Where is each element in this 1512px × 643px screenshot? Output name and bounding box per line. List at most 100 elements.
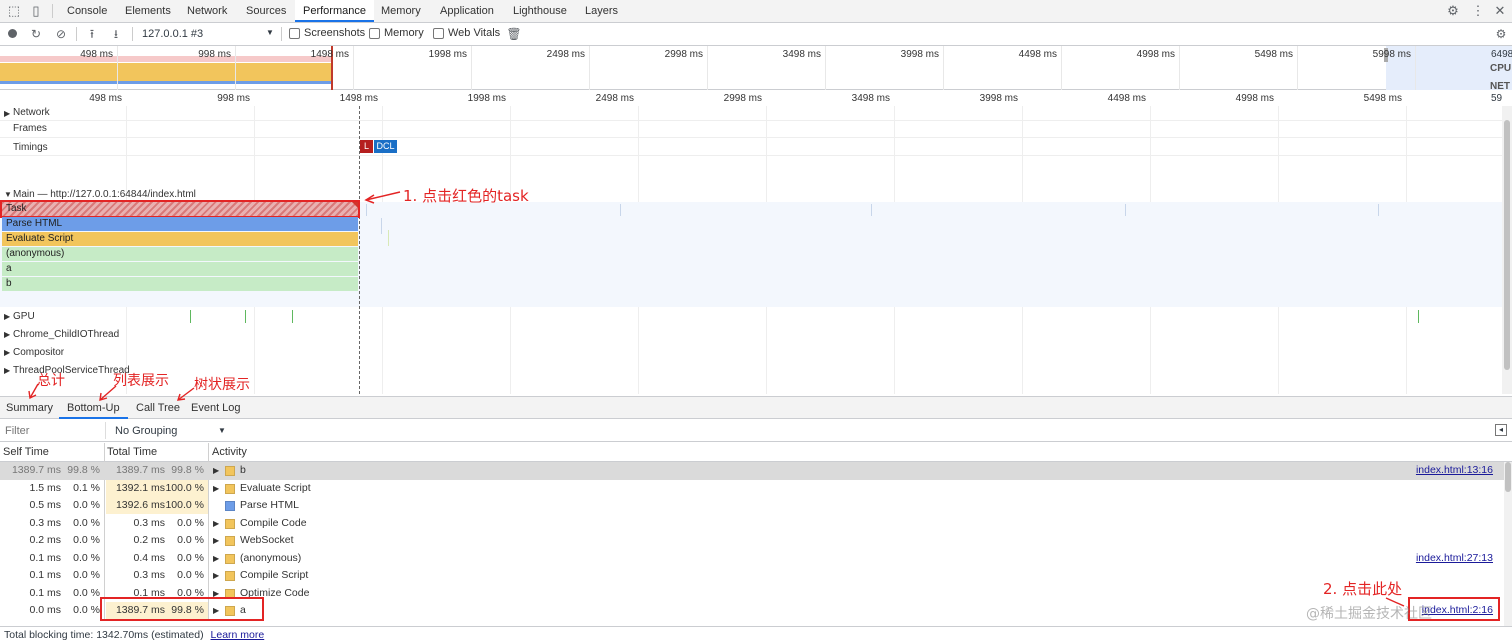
flame-parse-html[interactable]: Parse HTML (2, 217, 358, 231)
expand-row-icon[interactable]: ▶ (213, 550, 221, 567)
expand-gpu-icon[interactable]: ▶ (4, 312, 10, 321)
load-marker[interactable]: L (360, 140, 373, 153)
webvitals-checkbox[interactable] (433, 28, 444, 39)
expand-row-icon[interactable]: ▶ (213, 462, 221, 479)
timeline-scrollbar[interactable] (1502, 106, 1512, 394)
tab-memory[interactable]: Memory (373, 0, 429, 22)
ruler-tick: 998 ms (217, 93, 250, 104)
recording-select-chevron-icon[interactable]: ▼ (266, 28, 274, 37)
expand-network-icon[interactable]: ▶ (4, 109, 10, 118)
total-time-percent: 0.0 % (177, 516, 204, 529)
activity-name: Evaluate Script (240, 481, 311, 494)
header-activity[interactable]: Activity (212, 446, 247, 458)
flame-evaluate-script[interactable]: Evaluate Script (2, 232, 358, 246)
table-row[interactable]: 0.3 ms 0.0 % 0.3 ms 0.0 % ▶ Compile Code (0, 515, 1505, 533)
self-time-percent: 0.1 % (73, 481, 100, 494)
flame-task[interactable]: Task (0, 200, 360, 218)
source-link[interactable]: index.html:27:13 (1416, 550, 1493, 567)
table-row[interactable]: 0.1 ms 0.0 % 0.4 ms 0.0 % ▶ (anonymous) index.… (0, 550, 1505, 568)
more-options-icon[interactable]: ⋮ (1470, 3, 1486, 19)
track-main[interactable]: Main — http://127.0.0.1:64844/index.html (13, 189, 196, 200)
tab-network[interactable]: Network (179, 0, 235, 22)
category-swatch (225, 501, 235, 511)
record-icon[interactable] (4, 26, 20, 42)
tab-sources[interactable]: Sources (238, 0, 294, 22)
track-timings[interactable]: Timings (13, 142, 48, 153)
learn-more-link[interactable]: Learn more (211, 629, 265, 641)
timeline-scrollbar-thumb[interactable] (1504, 120, 1510, 370)
track-network[interactable]: Network (13, 107, 50, 118)
header-self-time[interactable]: Self Time (3, 446, 49, 458)
annotation-arrow-1 (364, 191, 401, 204)
filter-input[interactable] (2, 422, 106, 439)
total-time-value: 0.4 ms (133, 551, 165, 564)
collapse-main-icon[interactable]: ▼ (4, 190, 12, 199)
dcl-marker[interactable]: DCL (374, 140, 397, 153)
settings-icon[interactable]: ⚙ (1445, 3, 1461, 19)
long-task-corner-icon (352, 202, 358, 208)
capture-settings-icon[interactable]: ⚙ (1493, 26, 1509, 42)
tab-application[interactable]: Application (432, 0, 502, 22)
self-time-percent: 0.0 % (73, 569, 100, 581)
source-link[interactable]: index.html:13:16 (1416, 462, 1493, 479)
header-total-time[interactable]: Total Time (107, 446, 157, 458)
activity-name: b (240, 464, 246, 476)
toggle-sidebar-icon[interactable]: ◂ (1495, 424, 1507, 436)
flame-b[interactable]: b (2, 277, 358, 291)
inspect-element-icon[interactable]: ⬚ (6, 3, 22, 19)
device-toolbar-icon[interactable]: ▯ (28, 3, 44, 19)
table-row[interactable]: 0.1 ms 0.0 % 0.3 ms 0.0 % ▶ Compile Script (0, 567, 1505, 585)
total-time-value: 0.3 ms (133, 569, 165, 581)
expand-threadpool-icon[interactable]: ▶ (4, 366, 10, 375)
table-scrollbar-thumb[interactable] (1505, 462, 1511, 492)
table-scrollbar[interactable] (1504, 462, 1512, 626)
download-icon[interactable]: ⭳ (108, 26, 124, 42)
grouping-chevron-icon[interactable]: ▼ (218, 426, 226, 435)
tab-lighthouse[interactable]: Lighthouse (505, 0, 575, 22)
activity-name: Compile Script (240, 569, 309, 581)
self-time-percent: 0.0 % (73, 551, 100, 564)
expand-row-icon[interactable]: ▶ (213, 515, 221, 532)
expand-row-icon[interactable]: ▶ (213, 567, 221, 584)
memory-checkbox[interactable] (369, 28, 380, 39)
table-row[interactable]: 0.5 ms 0.0 % 1392.6 ms 100.0 % Parse HTML (0, 497, 1505, 515)
performance-toolbar: ↻ ⊘ ⭱ ⭳ 127.0.0.1 #3 ▼ Screenshots Memor… (0, 23, 1512, 46)
close-icon[interactable]: ✕ (1492, 3, 1508, 19)
overview-tick: 6498 (1491, 49, 1512, 60)
table-row[interactable]: 1389.7 ms 99.8 % 1389.7 ms 99.8 % ▶ b index.ht… (0, 462, 1505, 480)
ruler-tick: 498 ms (89, 93, 122, 104)
track-gpu[interactable]: GPU (13, 311, 35, 322)
recording-select[interactable]: 127.0.0.1 #3 (142, 28, 203, 40)
expand-row-icon[interactable]: ▶ (213, 532, 221, 549)
trash-icon[interactable]: 🗑 (506, 26, 522, 42)
tab-console[interactable]: Console (59, 0, 115, 22)
overview-long-task-strip (0, 56, 332, 62)
overview-tick: 4498 ms (1018, 49, 1057, 60)
overview-cpu-scripting (0, 63, 332, 81)
table-row[interactable]: 1.5 ms 0.1 % 1392.1 ms 100.0 % ▶ Evaluate Scr… (0, 479, 1505, 498)
total-time-percent: 100.0 % (165, 499, 204, 511)
timeline-overview[interactable]: 498 ms 998 ms 1498 ms 1998 ms 2498 ms 29… (0, 46, 1512, 90)
tab-performance[interactable]: Performance (295, 0, 374, 22)
expand-row-icon[interactable]: ▶ (213, 480, 221, 497)
flame-a[interactable]: a (2, 262, 358, 276)
overview-tick: 3498 ms (782, 49, 821, 60)
screenshots-checkbox[interactable] (289, 28, 300, 39)
upload-icon[interactable]: ⭱ (84, 26, 100, 42)
annotation-tab-arrows (28, 383, 195, 401)
expand-compositor-icon[interactable]: ▶ (4, 348, 10, 357)
expand-childio-icon[interactable]: ▶ (4, 330, 10, 339)
grouping-select[interactable]: No Grouping (115, 425, 177, 437)
tab-layers[interactable]: Layers (577, 0, 626, 22)
track-frames[interactable]: Frames (13, 123, 47, 134)
track-child-io[interactable]: Chrome_ChildIOThread (13, 329, 119, 340)
highlight-a-total (100, 597, 264, 621)
reload-record-icon[interactable]: ↻ (28, 26, 44, 42)
self-time-value: 0.5 ms (29, 499, 61, 511)
table-row[interactable]: 0.2 ms 0.0 % 0.2 ms 0.0 % ▶ WebSocket (0, 532, 1505, 550)
flame-anonymous[interactable]: (anonymous) (2, 247, 358, 261)
category-swatch (225, 571, 235, 581)
track-compositor[interactable]: Compositor (13, 347, 64, 358)
clear-icon[interactable]: ⊘ (53, 26, 69, 42)
tab-elements[interactable]: Elements (117, 0, 179, 22)
